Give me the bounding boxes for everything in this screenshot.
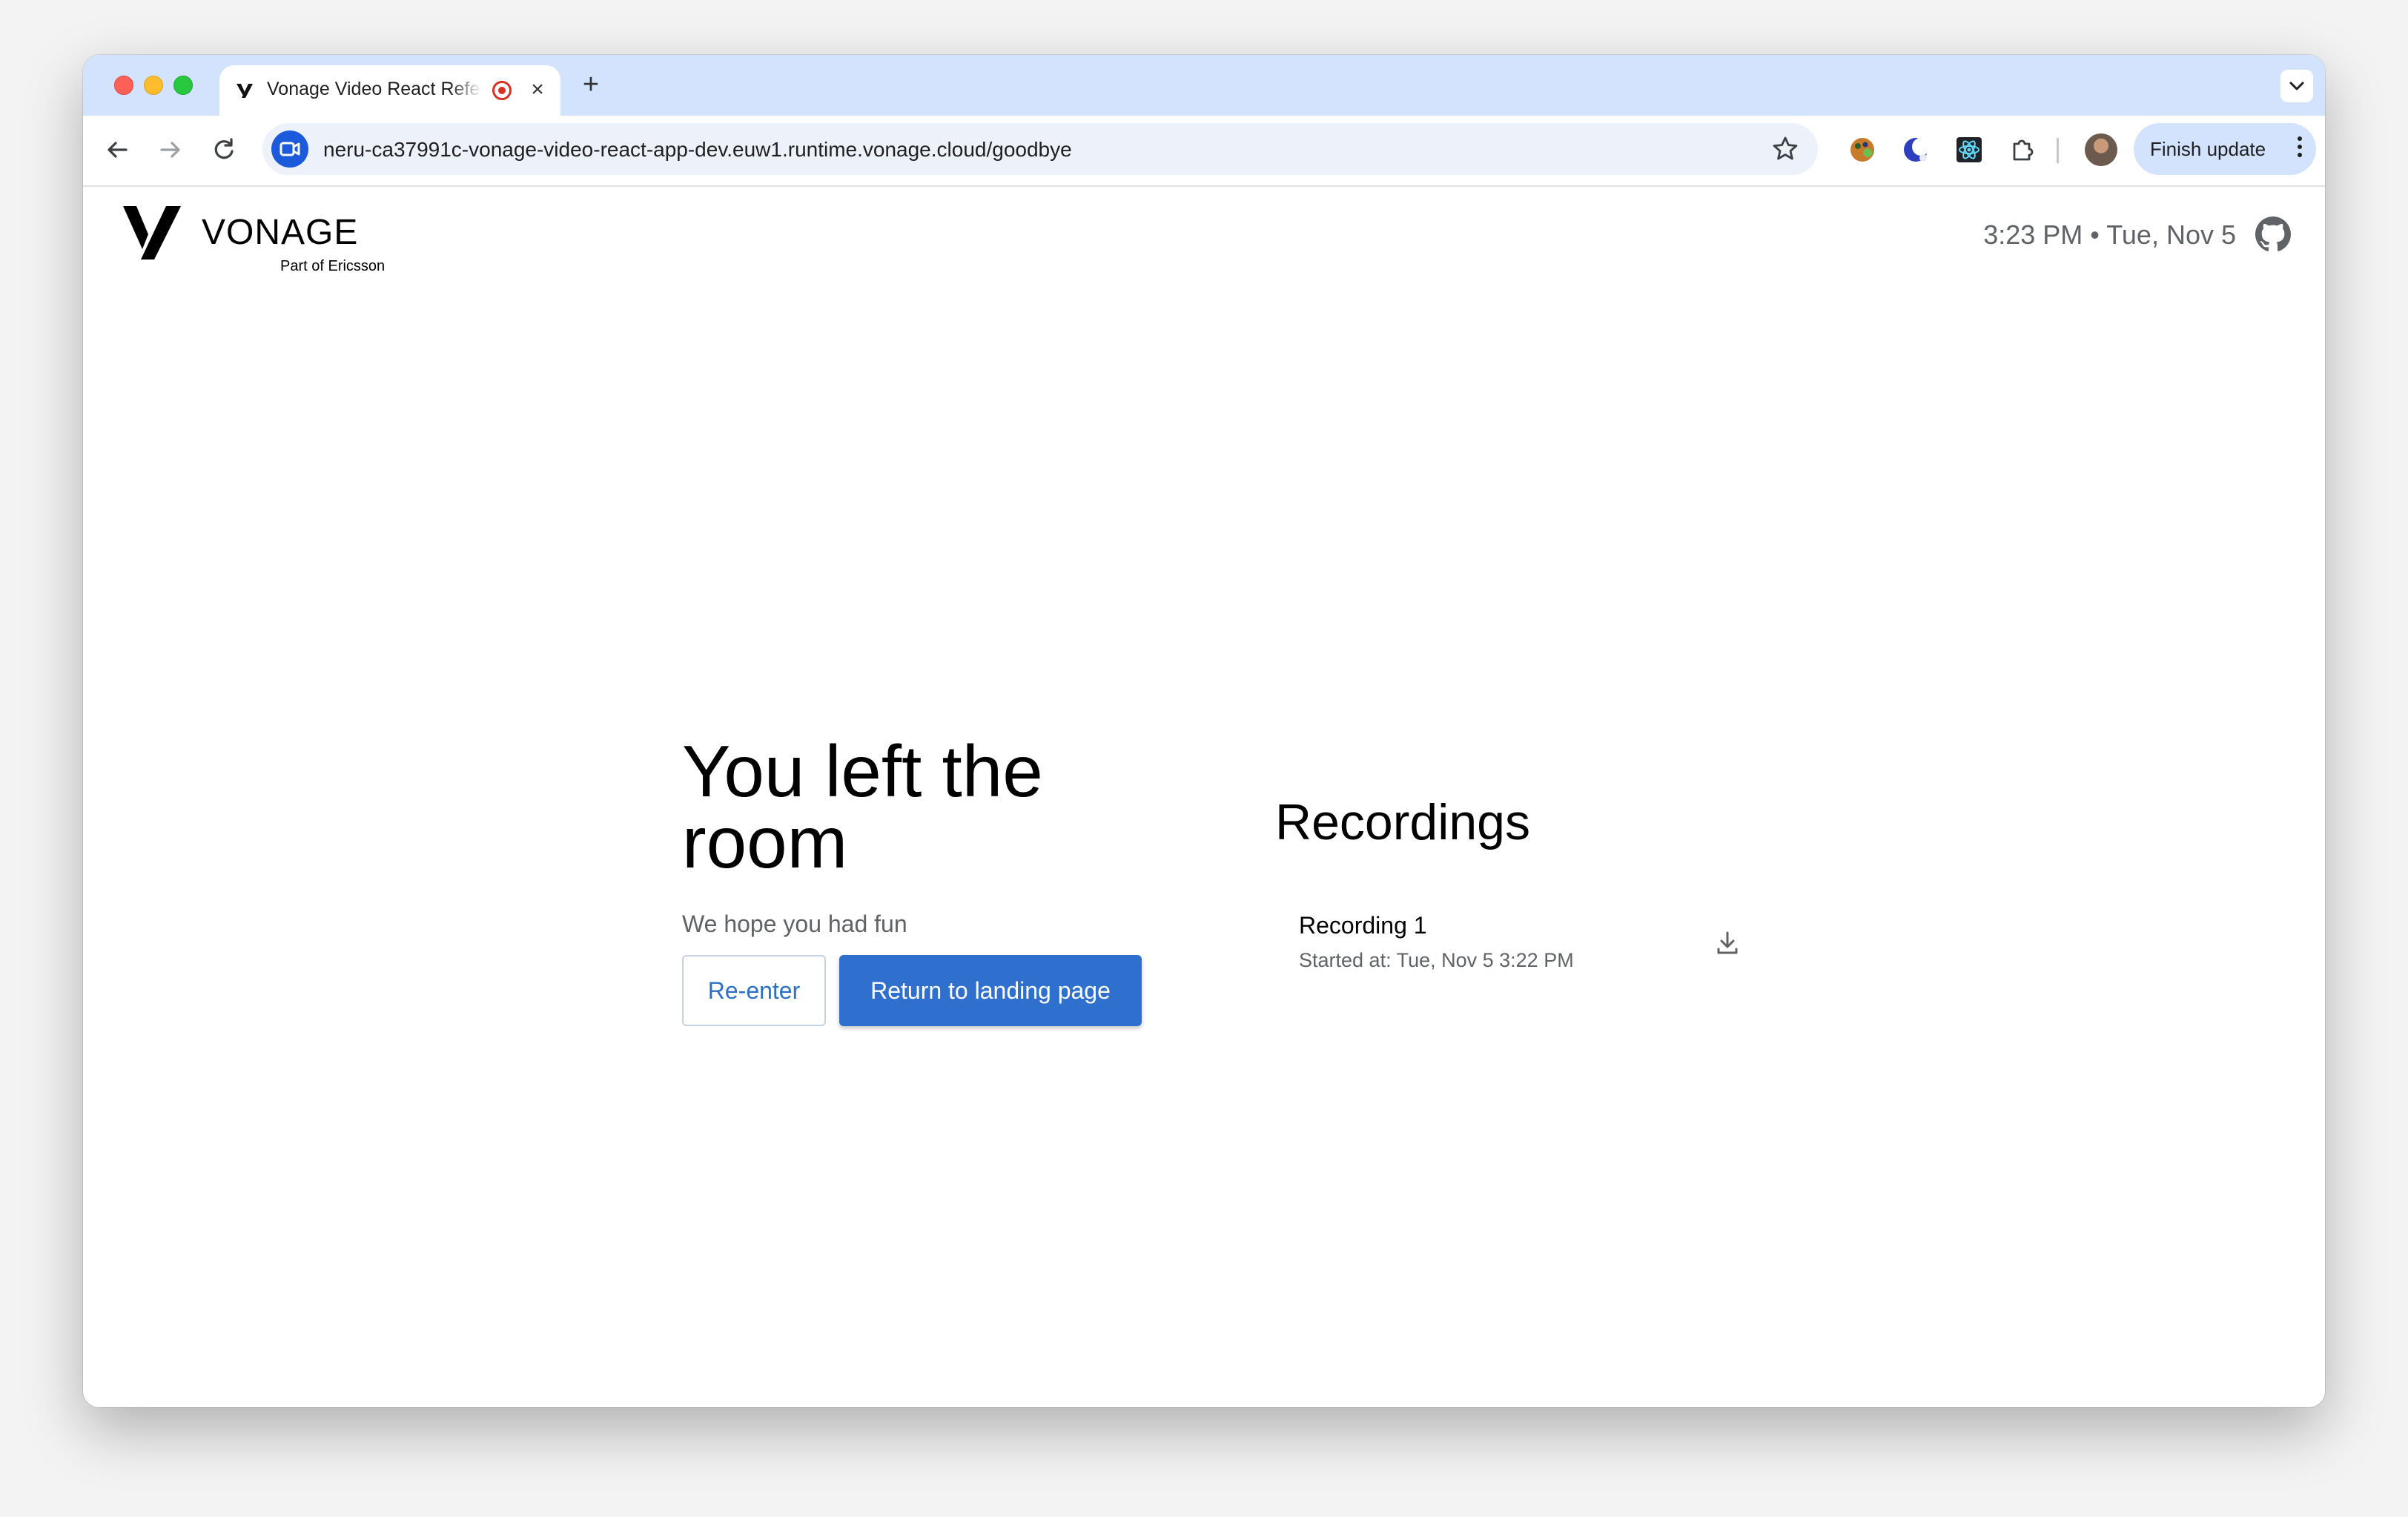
vonage-favicon-icon	[236, 84, 253, 98]
reload-icon[interactable]	[208, 133, 240, 166]
tab-search-button[interactable]	[2280, 70, 2313, 102]
date-time-display: 3:23 PM • Tue, Nov 5	[1983, 219, 2236, 250]
bookmark-star-icon[interactable]	[1770, 134, 1800, 164]
page-title: You left the room	[682, 730, 1043, 883]
finish-update-button[interactable]: Finish update	[2134, 123, 2316, 175]
forward-arrow-icon[interactable]	[154, 133, 187, 166]
logo-subtitle: Part of Ericsson	[280, 258, 386, 274]
return-to-landing-button[interactable]: Return to landing page	[839, 955, 1142, 1026]
vonage-logo-mark-icon	[123, 206, 181, 260]
tab-strip: Vonage Video React Refer × +	[83, 55, 2325, 116]
new-tab-icon[interactable]: +	[575, 70, 606, 101]
address-bar[interactable]: neru-ca37991c-vonage-video-react-app-dev…	[262, 123, 1818, 175]
active-tab[interactable]: Vonage Video React Refer ×	[219, 65, 560, 116]
close-window-button[interactable]	[114, 76, 133, 95]
maximize-window-button[interactable]	[173, 76, 193, 95]
github-icon[interactable]	[2255, 217, 2291, 252]
reenter-button[interactable]: Re-enter	[682, 955, 826, 1026]
extension-palette-icon[interactable]	[1848, 135, 1877, 165]
vonage-logo[interactable]: VONAGE Part of Ericsson	[123, 206, 385, 280]
recording-list-item: Recording 1 Started at: Tue, Nov 5 3:22 …	[1275, 905, 1764, 994]
browser-toolbar: neru-ca37991c-vonage-video-react-app-dev…	[83, 116, 2325, 187]
minimize-window-button[interactable]	[144, 76, 163, 95]
finish-update-label: Finish update	[2150, 138, 2266, 160]
browser-window: Vonage Video React Refer × + neru-ca3799…	[83, 55, 2325, 1407]
site-camera-icon[interactable]	[271, 130, 308, 168]
toolbar-divider	[2057, 138, 2059, 163]
page-subtitle: We hope you had fun	[682, 910, 907, 937]
recordings-title: Recordings	[1275, 794, 1530, 850]
tab-close-icon[interactable]: ×	[525, 77, 550, 102]
recordings-panel: Recordings Recording 1 Started at: Tue, …	[1275, 793, 1839, 971]
recording-indicator-icon	[492, 81, 512, 100]
tab-title: Vonage Video React Refer	[267, 79, 482, 99]
chevron-down-icon	[2289, 82, 2304, 90]
web-page: VONAGE Part of Ericsson 3:23 PM • Tue, N…	[83, 187, 2325, 1407]
back-arrow-icon[interactable]	[101, 133, 133, 166]
recording-start-time: Started at: Tue, Nov 5 3:22 PM	[1299, 949, 1574, 971]
extension-react-devtools-icon[interactable]	[1954, 135, 1984, 165]
extensions-puzzle-icon[interactable]	[2008, 135, 2037, 165]
logo-wordmark: VONAGE	[202, 213, 359, 252]
recording-name: Recording 1	[1299, 912, 1427, 939]
extension-moon-icon[interactable]	[1901, 135, 1931, 165]
goodbye-panel: You left the room We hope you had fun Re…	[682, 730, 1201, 1026]
profile-avatar[interactable]	[2085, 133, 2117, 166]
more-menu-icon[interactable]	[2297, 136, 2303, 162]
download-icon[interactable]	[1711, 927, 1744, 959]
url-text[interactable]: neru-ca37991c-vonage-video-react-app-dev…	[323, 138, 1072, 162]
